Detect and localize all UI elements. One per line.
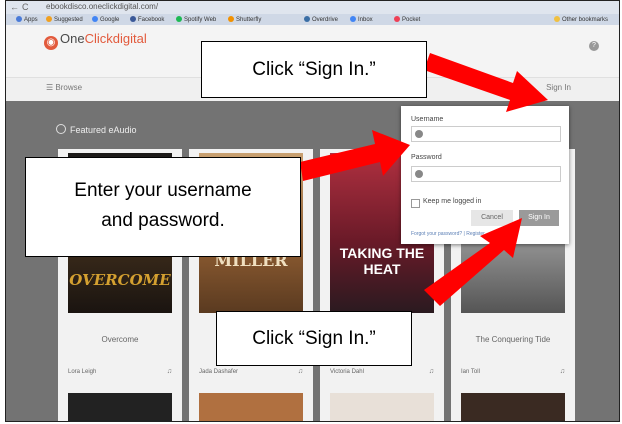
- callout-enter-credentials: Enter your username and password.: [25, 157, 301, 257]
- callout-line-1: Enter your username: [74, 180, 252, 201]
- callout-click-sign-in-top: Click “Sign In.”: [201, 41, 427, 98]
- callout-line-2: and password.: [101, 210, 225, 231]
- arrow-to-sign-in-button: [424, 218, 522, 306]
- arrow-to-login-fields: [300, 130, 410, 181]
- arrow-to-header-sign-in: [424, 53, 548, 112]
- callout-click-sign-in-bottom: Click “Sign In.”: [216, 311, 412, 366]
